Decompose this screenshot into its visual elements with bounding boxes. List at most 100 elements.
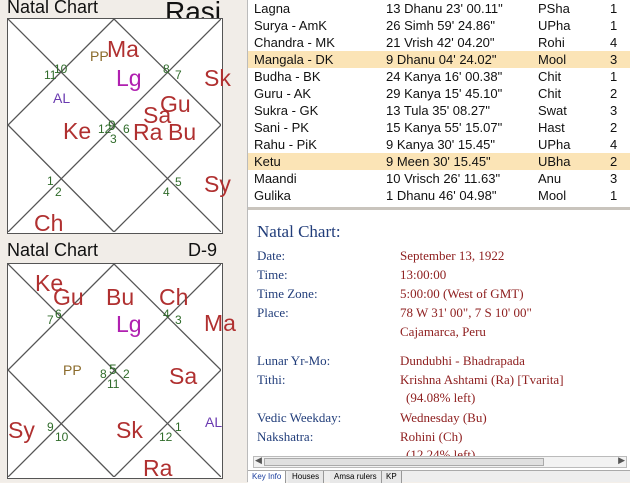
- planet-name: Gulika: [254, 188, 291, 203]
- navamsa-planet-lg: Lg: [116, 311, 142, 337]
- info-label-nakshatra: Nakshatra:: [257, 429, 314, 444]
- planet-position: 9 Meen 30' 15.45": [386, 154, 491, 169]
- planet-position: 29 Kanya 15' 45.10": [386, 86, 503, 101]
- planet-position: 26 Simh 59' 24.86": [386, 18, 496, 33]
- info-value-timezone: 5:00:00 (West of GMT): [400, 286, 524, 301]
- rasi-planet-al: AL: [53, 90, 71, 106]
- table-row[interactable]: Maandi 10 Vrisch 26' 11.63" Anu 3: [248, 170, 630, 187]
- planet-nakshatra: Chit: [538, 69, 562, 84]
- info-value-date: September 13, 1922: [400, 248, 505, 263]
- planet-position: 15 Kanya 55' 15.07": [386, 120, 503, 135]
- table-row[interactable]: Lagna 13 Dhanu 23' 00.11" PSha 1: [248, 0, 630, 17]
- planet-positions-table[interactable]: Lagna 13 Dhanu 23' 00.11" PSha 1 Surya -…: [248, 0, 630, 210]
- navamsa-house-3: 3: [175, 313, 182, 327]
- planet-name: Maandi: [254, 171, 297, 186]
- navamsa-house-4: 4: [163, 307, 170, 321]
- rasi-house-8: 8: [163, 62, 170, 76]
- navamsa-planet-ch: Ch: [159, 284, 189, 310]
- rasi-planet-ra: Ra: [133, 119, 163, 145]
- rasi-planet-sy: Sy: [204, 171, 231, 197]
- navamsa-house-12: 12: [159, 430, 173, 444]
- info-value-time: 13:00:00: [400, 267, 447, 282]
- planet-position: 9 Kanya 30' 15.45": [386, 137, 496, 152]
- rasi-house-7: 7: [175, 68, 182, 82]
- details-panel: Lagna 13 Dhanu 23' 00.11" PSha 1 Surya -…: [247, 0, 630, 483]
- navamsa-chart[interactable]: Ke Gu Bu Lg Ch Ma PP Sa Sy Sk AL Ra 7 6 …: [7, 263, 236, 481]
- navamsa-planet-gu: Gu: [53, 284, 84, 310]
- table-row[interactable]: Budha - BK 24 Kanya 16' 00.38" Chit 1: [248, 68, 630, 85]
- tab-amsa-rulers[interactable]: Amsa rulers: [330, 471, 382, 483]
- navamsa-house-1: 1: [175, 420, 182, 434]
- planet-pada: 4: [610, 137, 618, 152]
- planet-nakshatra: Mool: [538, 188, 567, 203]
- planet-nakshatra: Rohi: [538, 35, 565, 50]
- planet-name: Guru - AK: [254, 86, 312, 101]
- planet-pada: 1: [610, 69, 618, 84]
- rasi-house-1: 1: [47, 174, 54, 188]
- table-row[interactable]: Guru - AK 29 Kanya 15' 45.10" Chit 2: [248, 85, 630, 102]
- table-row[interactable]: Chandra - MK 21 Vrish 42' 04.20" Rohi 4: [248, 34, 630, 51]
- table-row[interactable]: Gulika 1 Dhanu 46' 04.98" Mool 1: [248, 187, 630, 204]
- planet-nakshatra: Chit: [538, 86, 562, 101]
- planet-pada: 4: [610, 35, 618, 50]
- navamsa-planet-ra: Ra: [143, 455, 173, 481]
- rasi-chart[interactable]: Ma Lg PP AL Ke Sa Gu Ra Bu Sk Sy Ch 10 1…: [7, 18, 231, 236]
- planet-name: Sukra - GK: [254, 103, 319, 118]
- planet-pada: 1: [610, 18, 618, 33]
- info-value-weekday: Wednesday (Bu): [400, 410, 487, 425]
- rasi-house-6: 6: [123, 122, 130, 136]
- charts-panel: Natal Chart Rasi Ma Lg PP AL Ke Sa Gu Ra…: [0, 0, 247, 482]
- scrollbar-thumb[interactable]: [264, 458, 544, 466]
- rasi-house-11: 11: [44, 68, 57, 82]
- tab-kp[interactable]: KP: [382, 471, 402, 483]
- planet-position: 13 Dhanu 23' 00.11": [386, 1, 503, 16]
- table-row-highlighted[interactable]: Ketu 9 Meen 30' 15.45" UBha 2: [248, 153, 630, 170]
- navamsa-house-8: 8: [100, 367, 107, 381]
- planet-nakshatra: Swat: [538, 103, 567, 118]
- navamsa-house-6: 6: [55, 307, 62, 321]
- navamsa-house-9: 9: [47, 420, 54, 434]
- planet-position: 9 Dhanu 04' 24.02": [386, 52, 497, 67]
- rasi-house-3: 3: [110, 132, 117, 146]
- planet-name: Rahu - PiK: [254, 137, 317, 152]
- table-row-highlighted[interactable]: Mangala - DK 9 Dhanu 04' 24.02" Mool 3: [248, 51, 630, 68]
- scroll-right-icon[interactable]: ▶: [618, 455, 625, 466]
- navamsa-house-2: 2: [123, 367, 130, 381]
- info-label-lunar-year: Lunar Yr-Mo:: [257, 353, 331, 368]
- scroll-left-icon[interactable]: ◀: [255, 455, 262, 466]
- planet-position: 24 Kanya 16' 00.38": [386, 69, 503, 84]
- table-row[interactable]: Surya - AmK 26 Simh 59' 24.86" UPha 1: [248, 17, 630, 34]
- planet-nakshatra: Mool: [538, 52, 567, 67]
- key-info-panel[interactable]: Natal Chart: Date: September 13, 1922 Ti…: [248, 213, 630, 457]
- navamsa-planet-pp: PP: [63, 362, 82, 378]
- planet-name: Budha - BK: [254, 69, 321, 84]
- planet-pada: 3: [610, 103, 618, 118]
- navamsa-planet-sa: Sa: [169, 363, 198, 389]
- planet-pada: 1: [610, 1, 618, 16]
- navamsa-house-5: 5: [109, 361, 117, 377]
- table-row[interactable]: Sani - PK 15 Kanya 55' 15.07" Hast 2: [248, 119, 630, 136]
- rasi-planet-ch: Ch: [34, 210, 64, 236]
- planet-name: Chandra - MK: [254, 35, 335, 50]
- planet-pada: 2: [610, 154, 618, 169]
- info-label-timezone: Time Zone:: [257, 286, 318, 301]
- planet-nakshatra: UPha: [538, 18, 571, 33]
- navamsa-house-10: 10: [55, 430, 69, 444]
- tab-key-info[interactable]: Key Info: [248, 471, 287, 483]
- horizontal-scrollbar[interactable]: ◀ ▶: [253, 455, 627, 468]
- planet-name: Surya - AmK: [254, 18, 327, 33]
- planet-name: Mangala - DK: [254, 52, 334, 67]
- rasi-planet-gu: Gu: [160, 91, 191, 117]
- info-label-place: Place:: [257, 305, 289, 320]
- table-row[interactable]: Rahu - PiK 9 Kanya 30' 15.45" UPha 4: [248, 136, 630, 153]
- table-row[interactable]: Sukra - GK 13 Tula 35' 08.27" Swat 3: [248, 102, 630, 119]
- rasi-house-2: 2: [55, 185, 62, 199]
- planet-position: 21 Vrish 42' 04.20": [386, 35, 495, 50]
- info-value-place-name: Cajamarca, Peru: [400, 324, 486, 339]
- tab-houses[interactable]: Houses: [288, 471, 325, 483]
- planet-pada: 2: [610, 120, 618, 135]
- planet-position: 13 Tula 35' 08.27": [386, 103, 490, 118]
- planet-name: Ketu: [254, 154, 281, 169]
- planet-name: Sani - PK: [254, 120, 309, 135]
- planet-name: Lagna: [254, 1, 291, 16]
